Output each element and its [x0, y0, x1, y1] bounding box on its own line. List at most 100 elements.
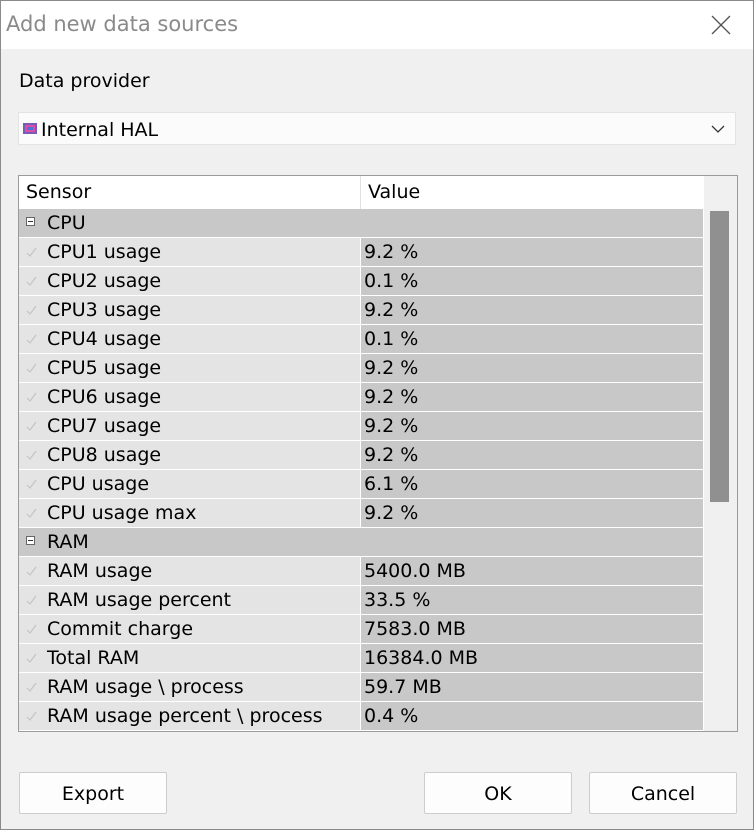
sensor-name: CPU usage max [47, 502, 197, 524]
check-mark-icon [26, 479, 37, 489]
sensor-name: CPU6 usage [47, 386, 162, 408]
sensor-name-cell: CPU usage max [19, 499, 360, 527]
group-row-ram[interactable]: RAM [19, 528, 703, 556]
data-provider-dropdown[interactable]: Internal HAL [18, 112, 736, 145]
sensor-value: 9.2 % [364, 299, 419, 321]
sensor-value: 6.1 % [364, 473, 419, 495]
column-header-value[interactable]: Value [361, 176, 703, 209]
sensor-value-cell: 9.2 % [361, 238, 703, 266]
export-button[interactable]: Export [19, 772, 167, 814]
sensor-rows: CPU CPU1 usage 9.2 % CPU2 usage 0.1 % CPU3 us… [19, 209, 703, 731]
title-bar: Add new data sources [1, 1, 753, 49]
sensor-value-cell: 0.4 % [361, 702, 703, 730]
sensor-row[interactable]: RAM usage 5400.0 MB [19, 557, 703, 585]
sensor-name: CPU3 usage [47, 299, 162, 321]
sensor-row[interactable]: CPU usage max 9.2 % [19, 499, 703, 527]
sensor-row[interactable]: Commit charge 7583.0 MB [19, 615, 703, 643]
sensor-value: 9.2 % [364, 444, 419, 466]
sensor-name: CPU7 usage [47, 415, 162, 437]
sensor-value-cell: 9.2 % [361, 412, 703, 440]
check-mark-icon [26, 653, 37, 663]
sensor-value: 9.2 % [364, 357, 419, 379]
cancel-button[interactable]: Cancel [589, 772, 737, 814]
collapse-icon[interactable] [26, 217, 35, 226]
sensor-name-cell: RAM usage percent [19, 586, 360, 614]
sensor-name: CPU2 usage [47, 270, 162, 292]
sensor-value: 16384.0 MB [364, 647, 479, 669]
sensor-name-cell: CPU2 usage [19, 267, 360, 295]
sensor-value-cell: 0.1 % [361, 267, 703, 295]
sensor-row[interactable]: RAM usage \ process 59.7 MB [19, 673, 703, 701]
sensor-name-cell: CPU8 usage [19, 441, 360, 469]
sensor-value-cell: 9.2 % [361, 383, 703, 411]
sensor-value: 5400.0 MB [364, 560, 466, 582]
sensor-row[interactable]: CPU8 usage 9.2 % [19, 441, 703, 469]
sensor-row[interactable]: CPU6 usage 9.2 % [19, 383, 703, 411]
sensor-value: 9.2 % [364, 415, 419, 437]
sensor-name-cell: CPU3 usage [19, 296, 360, 324]
sensor-name-cell: Total RAM [19, 644, 360, 672]
column-header-sensor[interactable]: Sensor [19, 176, 360, 209]
sensor-name-cell: CPU6 usage [19, 383, 360, 411]
sensor-value: 0.1 % [364, 328, 419, 350]
sensor-value-cell: 9.2 % [361, 354, 703, 382]
sensor-value-cell: 9.2 % [361, 296, 703, 324]
data-provider-selected: Internal HAL [41, 119, 159, 141]
data-provider-label: Data provider [19, 70, 150, 92]
sensor-value-cell: 33.5 % [361, 586, 703, 614]
check-mark-icon [26, 334, 37, 344]
sensor-value-cell: 16384.0 MB [361, 644, 703, 672]
sensor-name-cell: RAM usage \ process [19, 673, 360, 701]
sensor-name: RAM usage [47, 560, 153, 582]
sensor-name: CPU usage [47, 473, 150, 495]
sensor-row[interactable]: Total RAM 16384.0 MB [19, 644, 703, 672]
sensor-row[interactable]: RAM usage percent 33.5 % [19, 586, 703, 614]
ok-button[interactable]: OK [424, 772, 572, 814]
sensor-row[interactable]: CPU4 usage 0.1 % [19, 325, 703, 353]
check-mark-icon [26, 247, 37, 257]
sensor-value-cell: 5400.0 MB [361, 557, 703, 585]
check-mark-icon [26, 682, 37, 692]
sensor-name: CPU1 usage [47, 241, 162, 263]
sensor-value: 9.2 % [364, 386, 419, 408]
sensor-name-cell: RAM usage percent \ process [19, 702, 360, 730]
sensor-name: CPU4 usage [47, 328, 162, 350]
hal-chip-icon [23, 123, 37, 134]
sensor-value-cell: 6.1 % [361, 470, 703, 498]
group-row-cpu[interactable]: CPU [19, 209, 703, 237]
sensor-name-cell: Commit charge [19, 615, 360, 643]
check-mark-icon [26, 305, 37, 315]
check-mark-icon [26, 450, 37, 460]
check-mark-icon [26, 421, 37, 431]
check-mark-icon [26, 624, 37, 634]
scrollbar-thumb[interactable] [710, 211, 729, 502]
sensor-name-cell: CPU4 usage [19, 325, 360, 353]
sensor-value: 33.5 % [364, 589, 431, 611]
sensor-name-cell: CPU5 usage [19, 354, 360, 382]
check-mark-icon [26, 711, 37, 721]
close-button[interactable] [689, 1, 753, 49]
sensor-row[interactable]: CPU usage 6.1 % [19, 470, 703, 498]
sensor-value: 9.2 % [364, 241, 419, 263]
check-mark-icon [26, 566, 37, 576]
sensor-row[interactable]: CPU3 usage 9.2 % [19, 296, 703, 324]
add-data-sources-dialog: Add new data sources Data provider Inter… [0, 0, 754, 830]
sensor-value-cell: 9.2 % [361, 441, 703, 469]
sensor-row[interactable]: CPU2 usage 0.1 % [19, 267, 703, 295]
sensor-row[interactable]: CPU7 usage 9.2 % [19, 412, 703, 440]
sensor-value-cell: 0.1 % [361, 325, 703, 353]
sensor-name: CPU8 usage [47, 444, 162, 466]
sensor-name: CPU5 usage [47, 357, 162, 379]
sensor-name: Commit charge [47, 618, 194, 640]
sensor-row[interactable]: CPU1 usage 9.2 % [19, 238, 703, 266]
collapse-icon[interactable] [26, 536, 35, 545]
sensor-value-cell: 59.7 MB [361, 673, 703, 701]
sensor-name-cell: CPU1 usage [19, 238, 360, 266]
sensor-name-cell: CPU usage [19, 470, 360, 498]
chevron-down-icon [711, 125, 725, 133]
sensor-value: 9.2 % [364, 502, 419, 524]
sensor-row[interactable]: CPU5 usage 9.2 % [19, 354, 703, 382]
sensor-name: Total RAM [47, 647, 140, 669]
sensor-row[interactable]: RAM usage percent \ process 0.4 % [19, 702, 703, 730]
check-mark-icon [26, 508, 37, 518]
